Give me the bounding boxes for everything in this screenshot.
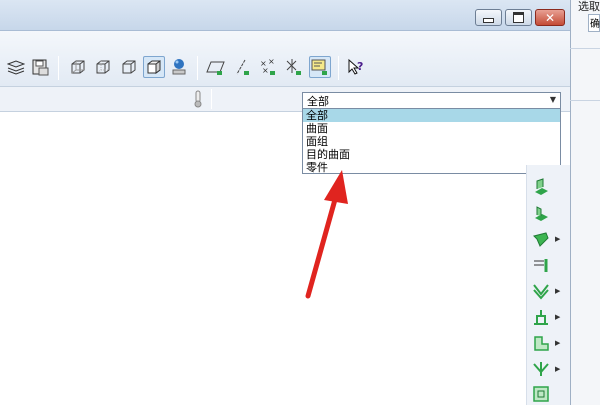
svg-text:?: ? <box>357 60 363 73</box>
chevron-down-icon: ▼ <box>549 95 556 104</box>
close-button[interactable]: ✕ <box>535 9 565 26</box>
side-panel-divider <box>570 100 600 101</box>
draft-menu-arrow[interactable]: ▶ <box>555 365 560 373</box>
help-icon: ? <box>348 58 363 75</box>
help-button[interactable]: ? <box>345 56 367 78</box>
maximize-button[interactable] <box>505 9 532 26</box>
filter-option-surface[interactable]: 曲面 <box>303 122 560 135</box>
save-view-icon <box>32 59 49 76</box>
rib-menu-arrow[interactable]: ▶ <box>555 339 560 347</box>
point-display-icon: × ×× <box>260 58 275 75</box>
toolbar-separator <box>197 56 198 80</box>
pattern-button[interactable] <box>530 383 552 405</box>
shell-menu-arrow[interactable]: ▶ <box>555 313 560 321</box>
revolve-button[interactable] <box>530 202 552 224</box>
annotation-display-button[interactable] <box>309 56 331 78</box>
rib-button[interactable] <box>530 332 552 354</box>
selection-filter-value: 全部 <box>307 94 329 108</box>
plane-display-icon <box>206 61 225 75</box>
status-indicator <box>193 90 203 108</box>
shell-icon <box>534 310 548 325</box>
side-panel <box>570 0 600 405</box>
selection-filter-select[interactable]: 全部 ▼ <box>302 92 561 109</box>
csys-display-button[interactable] <box>283 56 305 78</box>
no-hidden-button[interactable] <box>118 56 140 78</box>
side-panel-label: 选取 <box>578 0 600 13</box>
round-icon <box>533 284 549 300</box>
draft-button[interactable] <box>530 358 552 380</box>
hidden-line-button[interactable] <box>92 56 114 78</box>
sweep-button[interactable] <box>530 228 552 250</box>
minimize-button[interactable] <box>475 9 502 26</box>
shaded-button[interactable] <box>143 56 165 78</box>
datum-icon <box>534 259 548 272</box>
shaded-box-icon <box>147 60 161 74</box>
annotation-arrow <box>305 170 348 299</box>
round-button[interactable] <box>530 280 552 302</box>
rib-icon <box>534 336 549 351</box>
datum-button[interactable] <box>530 254 552 276</box>
extrude-button[interactable] <box>530 176 552 198</box>
sweep-menu-arrow[interactable]: ▶ <box>555 235 560 243</box>
axis-display-icon <box>236 59 249 75</box>
round-menu-arrow[interactable]: ▶ <box>555 287 560 295</box>
no-hidden-box-icon <box>122 60 136 74</box>
sweep-icon <box>533 232 549 247</box>
axis-display-button[interactable] <box>231 56 253 78</box>
filter-option-quilt[interactable]: 面组 <box>303 135 560 148</box>
pattern-icon <box>533 386 549 402</box>
side-panel-divider <box>570 48 600 49</box>
draft-icon <box>533 362 549 376</box>
layers-icon <box>7 60 25 75</box>
layers-button[interactable] <box>5 56 27 78</box>
svg-text:×: × <box>262 66 269 75</box>
thermometer-icon <box>194 90 202 108</box>
plane-display-button[interactable] <box>205 56 227 78</box>
csys-display-icon <box>286 59 301 75</box>
revolve-icon <box>535 206 548 221</box>
svg-text:×: × <box>268 58 275 66</box>
annotation-display-icon <box>311 59 327 75</box>
filter-separator <box>211 89 212 109</box>
wireframe-button[interactable] <box>67 56 89 78</box>
extrude-icon <box>535 178 548 195</box>
toolbar-separator <box>338 56 339 80</box>
side-panel-button[interactable]: 确 <box>588 14 600 32</box>
appearance-icon <box>172 59 186 75</box>
filter-option-all[interactable]: 全部 <box>303 109 560 122</box>
save-view-button[interactable] <box>29 56 51 78</box>
hidden-line-box-icon <box>96 60 110 74</box>
appearance-button[interactable] <box>168 56 190 78</box>
wireframe-box-icon <box>71 60 85 74</box>
shell-button[interactable] <box>530 306 552 328</box>
close-icon: ✕ <box>544 10 556 25</box>
maximize-icon <box>513 12 524 23</box>
point-display-button[interactable]: × × × <box>257 56 279 78</box>
toolbar-separator <box>58 56 59 80</box>
minimize-icon <box>483 18 494 23</box>
